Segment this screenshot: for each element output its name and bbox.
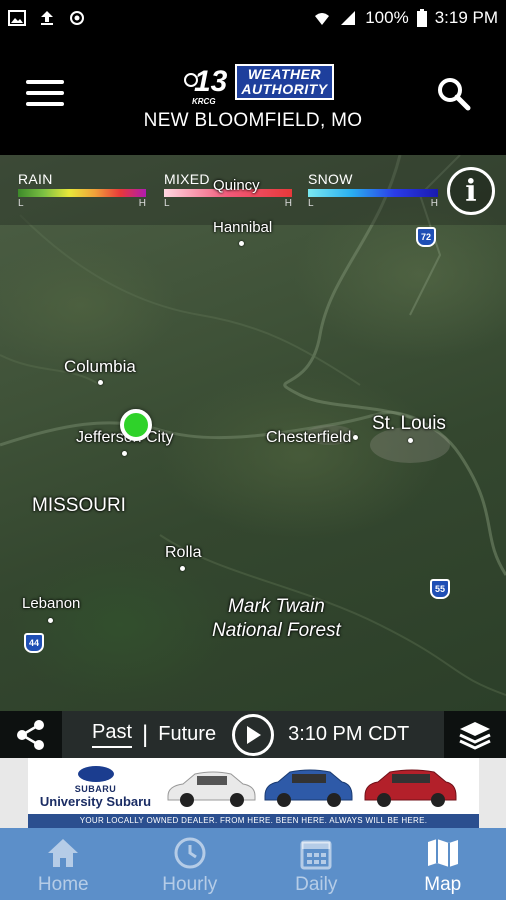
share-button[interactable]	[0, 711, 62, 758]
signal-icon	[341, 11, 356, 25]
city-dot	[353, 435, 358, 440]
clock: 3:19 PM	[434, 8, 498, 27]
status-notifications	[8, 10, 86, 26]
highway-shield-44: 44	[24, 633, 44, 653]
home-icon	[48, 839, 79, 867]
city-dot	[98, 380, 103, 385]
legend-snow-label: SNOW	[308, 171, 353, 187]
radar-timestamp: 3:10 PM CDT	[288, 723, 410, 745]
info-icon: i	[465, 173, 477, 209]
past-toggle[interactable]: Past	[92, 721, 133, 748]
cbs-eye-icon	[184, 73, 198, 87]
ad-brand: SUBARU University Subaru	[38, 766, 153, 809]
place-chesterfield: Chesterfield	[266, 429, 352, 446]
car-blue-icon	[264, 769, 353, 807]
timeline-controls: Past | Future 3:10 PM CDT	[62, 711, 444, 758]
ad-banner[interactable]: SUBARU University Subaru YOUR LOCALLY OW…	[28, 758, 479, 828]
clock-icon	[174, 837, 206, 869]
battery-icon	[416, 9, 427, 27]
search-icon	[438, 78, 471, 111]
calendar-icon	[300, 840, 332, 870]
wifi-icon	[315, 13, 330, 25]
legend-snow-bar	[308, 189, 438, 197]
search-button[interactable]	[436, 76, 472, 112]
nav-map[interactable]: Map	[380, 828, 506, 900]
logo-badge: WEATHER AUTHORITY	[235, 64, 334, 100]
radar-map[interactable]: RAIN LH MIXED LH SNOW LH i Quincy Hannib…	[0, 155, 506, 711]
city-dot	[122, 451, 127, 456]
sync-icon	[70, 11, 84, 25]
city-dot	[408, 438, 413, 443]
radar-controls: Past | Future 3:10 PM CDT	[0, 711, 506, 758]
legend-rain: RAIN LH	[18, 171, 146, 209]
ad-footer: YOUR LOCALLY OWNED DEALER. FROM HERE. BE…	[28, 814, 479, 828]
image-notification-icon	[8, 10, 26, 26]
car-white-icon	[167, 771, 256, 807]
place-columbia: Columbia	[64, 357, 136, 376]
timeline-separator: |	[142, 720, 149, 748]
place-missouri: MISSOURI	[32, 495, 126, 516]
place-rolla: Rolla	[165, 544, 202, 561]
future-toggle[interactable]: Future	[158, 723, 216, 746]
place-lebanon: Lebanon	[22, 595, 81, 612]
nav-hourly[interactable]: Hourly	[127, 828, 254, 900]
nav-daily[interactable]: Daily	[253, 828, 380, 900]
legend-rain-label: RAIN	[18, 171, 53, 187]
city-dot	[180, 566, 185, 571]
logo-number: 13 KRCG	[184, 65, 227, 106]
place-quincy: Quincy	[213, 177, 260, 194]
play-icon	[247, 725, 262, 744]
nav-map-label: Map	[424, 874, 462, 895]
nav-hourly-label: Hourly	[162, 874, 218, 895]
share-icon	[17, 719, 44, 750]
hamburger-icon	[26, 80, 64, 84]
bottom-nav: Home Hourly Daily Map	[0, 828, 506, 900]
location-title: NEW BLOOMFIELD, MO	[143, 110, 363, 131]
subaru-logo-icon	[77, 766, 114, 782]
nav-home-label: Home	[37, 874, 89, 895]
app-header: 13 KRCG WEATHER AUTHORITY NEW BLOOMFIELD…	[0, 36, 506, 155]
upload-icon	[41, 11, 53, 25]
place-st-louis: St. Louis	[372, 413, 446, 434]
status-bar: 100% 3:19 PM	[0, 0, 506, 36]
station-logo: 13 KRCG WEATHER AUTHORITY	[184, 62, 334, 106]
ad-area: SUBARU University Subaru YOUR LOCALLY OW…	[0, 758, 506, 828]
legend-rain-bar	[18, 189, 146, 197]
nav-daily-label: Daily	[295, 874, 338, 895]
nav-home[interactable]: Home	[0, 828, 127, 900]
play-button[interactable]	[232, 713, 275, 756]
layers-icon	[459, 721, 491, 750]
legend-snow: SNOW LH	[308, 171, 438, 209]
logo-call-letters: KRCG	[192, 97, 216, 106]
car-red-icon	[364, 769, 457, 807]
city-dot	[239, 241, 244, 246]
highway-shield-72: 72	[416, 227, 436, 247]
place-hannibal: Hannibal	[213, 219, 273, 236]
current-location-marker[interactable]	[120, 409, 152, 441]
menu-button[interactable]	[26, 80, 66, 110]
battery-percent: 100%	[365, 8, 409, 27]
place-mark-twain-forest: Mark Twain National Forest	[212, 596, 341, 641]
map-icon	[427, 839, 458, 867]
info-button[interactable]: i	[447, 167, 495, 215]
city-dot	[48, 618, 53, 623]
highway-shield-55: 55	[430, 579, 450, 599]
layers-button[interactable]	[444, 711, 506, 758]
